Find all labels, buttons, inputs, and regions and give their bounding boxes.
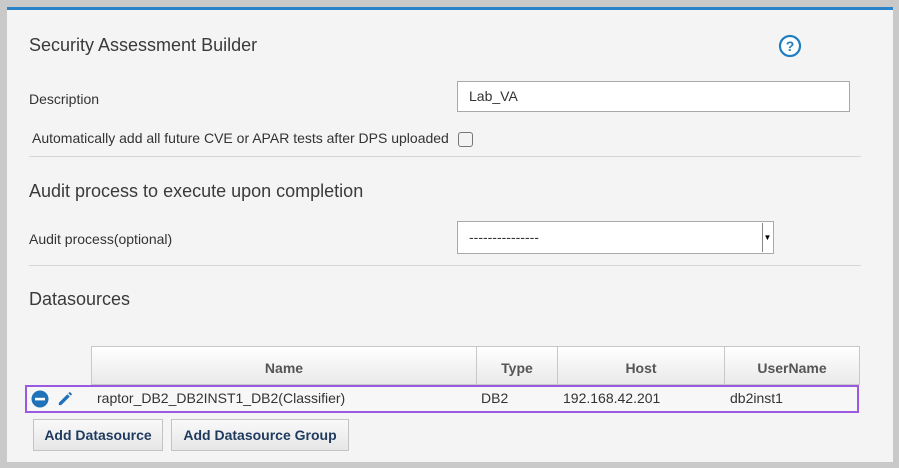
audit-process-selected: --------------- (469, 229, 539, 245)
auto-add-label: Automatically add all future CVE or APAR… (32, 130, 449, 146)
audit-section-title: Audit process to execute upon completion (29, 181, 364, 201)
section-divider (29, 265, 861, 266)
audit-process-label: Audit process(optional) (29, 231, 173, 247)
table-row[interactable]: raptor_DB2_DB2INST1_DB2(Classifier) DB2 … (25, 385, 859, 413)
dropdown-arrow-icon[interactable]: ▼ (762, 223, 772, 252)
datasource-username-cell: db2inst1 (730, 390, 783, 406)
security-assessment-panel: Security Assessment Builder ? Descriptio… (7, 7, 893, 462)
column-header-username[interactable]: UserName (724, 346, 860, 385)
datasources-section-title: Datasources (29, 289, 131, 309)
page-title: Security Assessment Builder (29, 35, 258, 55)
minus-circle-icon[interactable] (31, 390, 49, 408)
description-input[interactable]: Lab_VA (457, 81, 850, 112)
audit-process-select[interactable]: --------------- ▼ (457, 221, 774, 254)
datasource-type-cell: DB2 (481, 390, 509, 406)
section-divider (29, 156, 861, 157)
column-header-name[interactable]: Name (91, 346, 476, 385)
auto-add-checkbox[interactable] (458, 132, 473, 147)
add-datasource-group-button[interactable]: Add Datasource Group (171, 419, 349, 451)
datasource-name-cell: raptor_DB2_DB2INST1_DB2(Classifier) (97, 390, 346, 406)
datasources-table-header: Name Type Host UserName (91, 346, 860, 385)
add-datasource-button[interactable]: Add Datasource (33, 419, 163, 451)
pencil-icon[interactable] (56, 389, 75, 408)
datasource-host-cell: 192.168.42.201 (563, 390, 661, 406)
description-label: Description (29, 91, 100, 107)
help-icon[interactable]: ? (778, 34, 802, 58)
svg-text:?: ? (786, 38, 795, 54)
column-header-host[interactable]: Host (557, 346, 724, 385)
column-header-type[interactable]: Type (476, 346, 557, 385)
